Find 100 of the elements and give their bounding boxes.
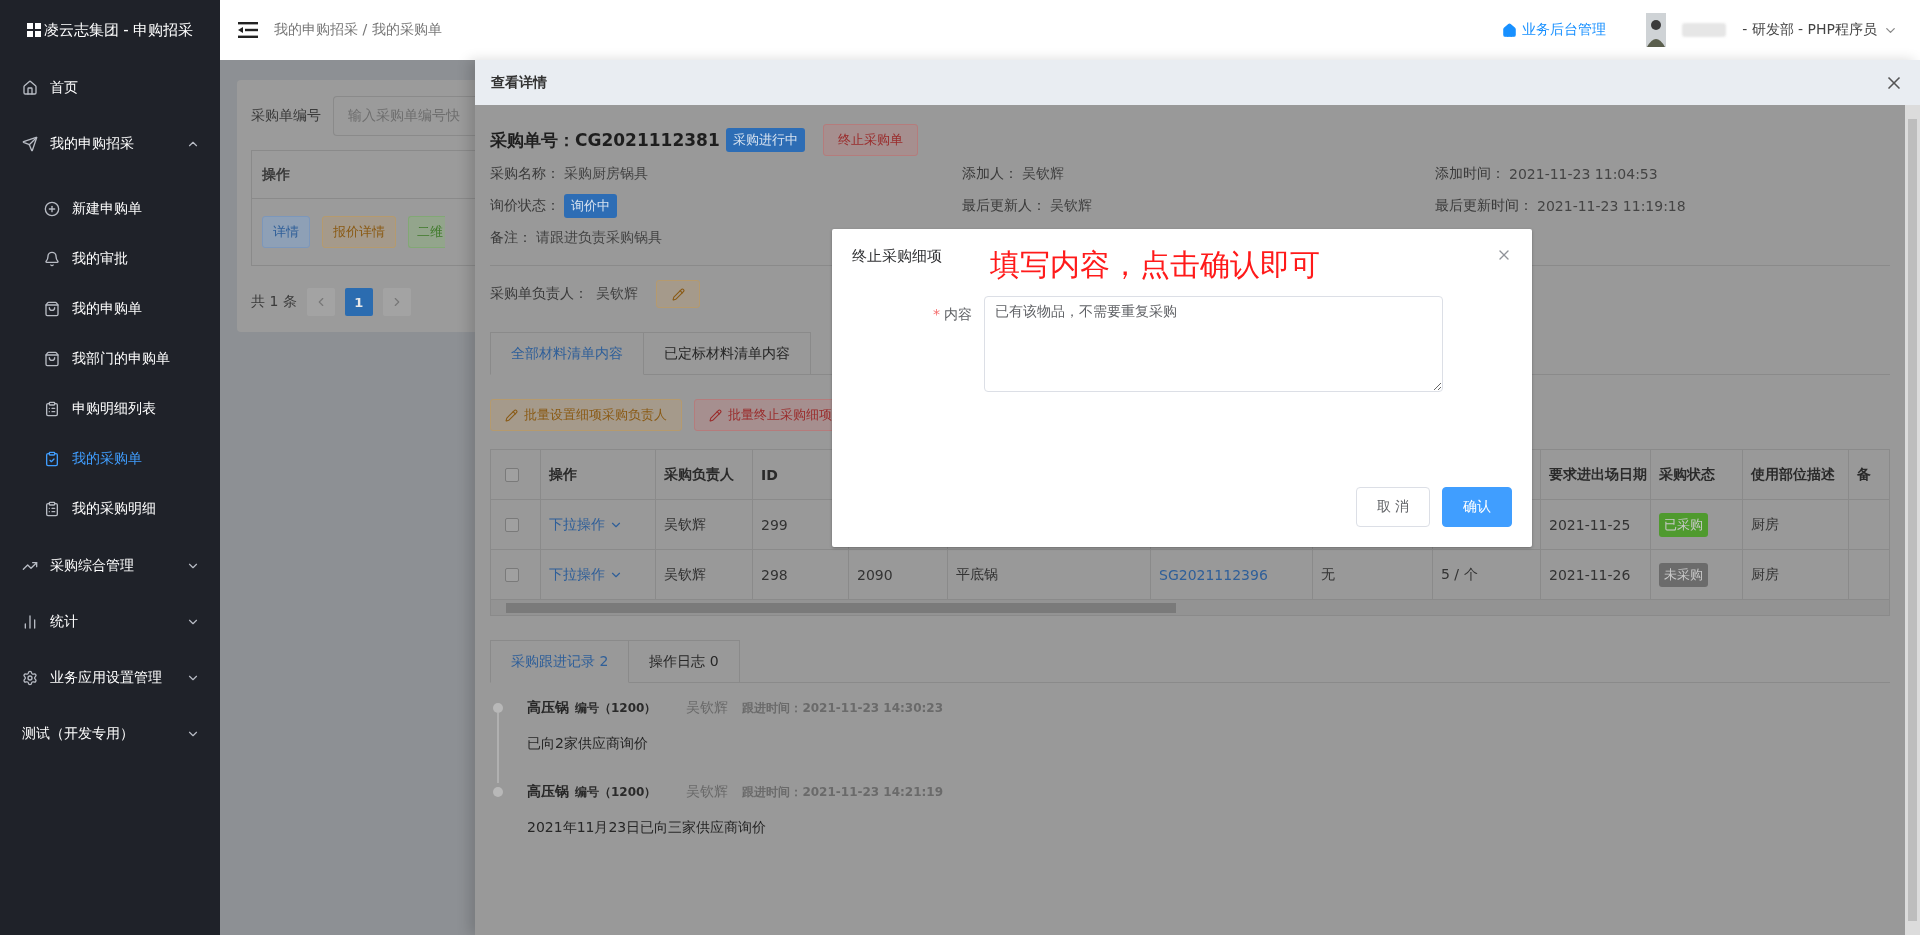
sidebar-item[interactable]: 首页: [0, 60, 220, 116]
prev-page-button[interactable]: [306, 288, 335, 316]
drawer-title: 查看详情: [491, 73, 547, 92]
field-label: 添加人：: [962, 165, 1018, 183]
menu-icon[interactable]: [238, 22, 258, 38]
table-cell: 厨房: [1751, 565, 1779, 584]
record-note: 已向2家供应商询价: [527, 735, 649, 753]
table-cell: 吴钦辉: [664, 565, 706, 584]
dialog-title: 终止采购细项: [852, 247, 942, 266]
table-cell: 吴钦辉: [664, 515, 706, 534]
tab[interactable]: 操作日志 0: [629, 640, 740, 683]
table-cell: 厨房: [1751, 515, 1779, 534]
table-cell: 2090: [857, 566, 893, 583]
sidebar-subitem[interactable]: 我部门的申购单: [0, 334, 220, 384]
sidebar-subitem[interactable]: 新建申购单: [0, 184, 220, 234]
content-field[interactable]: 已有该物品，不需要重复采购: [984, 296, 1443, 392]
item-name: 高压锅: [527, 783, 569, 801]
column-header: 备: [1857, 465, 1871, 484]
field-value: 吴钦辉: [596, 285, 638, 303]
page-button[interactable]: 1: [344, 288, 373, 316]
item-name: 高压锅: [527, 699, 569, 717]
timeline-dot: [493, 787, 503, 797]
sidebar-item[interactable]: 业务应用设置管理: [0, 650, 220, 706]
app-title: 凌云志集团 - 申购招采: [43, 20, 194, 40]
table-cell: 299: [761, 516, 788, 533]
record-note: 2021年11月23日已向三家供应商询价: [527, 819, 768, 837]
filter-label: 采购单编号: [251, 107, 321, 125]
field-label: 添加时间：: [1435, 165, 1505, 183]
sidebar-item[interactable]: 测试（开发专用）: [0, 706, 220, 762]
table-cell: 无: [1321, 565, 1335, 584]
blurred-name: [1682, 23, 1727, 37]
annotation-text: 填写内容，点击确认即可: [990, 246, 1321, 284]
nav-icon: [44, 201, 60, 217]
sidebar-item[interactable]: 采购综合管理: [0, 538, 220, 594]
admin-link[interactable]: 业务后台管理: [1502, 21, 1607, 39]
item-code: 编号（1200）: [575, 700, 657, 717]
order-number: 采购单号：CG2021112381: [490, 128, 720, 152]
item-code: 编号（1200）: [575, 784, 657, 801]
nav-icon: [44, 351, 60, 367]
field-value: 吴钦辉: [1050, 197, 1092, 215]
nav-icon: [22, 614, 38, 630]
sidebar-subitem[interactable]: 我的审批: [0, 234, 220, 284]
horizontal-scrollbar[interactable]: [491, 600, 1889, 615]
table-cell: 298: [761, 566, 788, 583]
pencil-icon: [709, 408, 722, 422]
vertical-scrollbar[interactable]: [1905, 105, 1920, 935]
field-label: 采购名称：: [490, 165, 560, 183]
nav-icon: [22, 136, 38, 152]
nav-icon: [44, 251, 60, 267]
cancel-button[interactable]: 取 消: [1355, 487, 1430, 527]
field-label: 备注：: [490, 229, 532, 247]
pencil-icon: [505, 408, 518, 422]
checkbox[interactable]: [505, 517, 519, 532]
column-header: 采购状态: [1659, 465, 1715, 484]
avatar[interactable]: [1646, 13, 1667, 47]
next-page-button[interactable]: [382, 288, 411, 316]
nav-icon: [44, 401, 60, 417]
field-label: 最后更新人：: [962, 197, 1046, 215]
column-header: ID: [761, 466, 778, 483]
logo-icon: [26, 23, 41, 37]
field-label: 采购单负责人：: [490, 285, 588, 303]
nav-icon: [44, 501, 60, 517]
column-header: 使用部位描述: [1751, 465, 1835, 484]
sidebar-subitem[interactable]: 我的采购明细: [0, 484, 220, 534]
field-value: 2021-11-23 11:19:18: [1537, 198, 1686, 214]
total-count: 共 1 条: [251, 293, 297, 311]
sidebar-item[interactable]: 我的申购招采: [0, 116, 220, 172]
field-value: 吴钦辉: [1022, 165, 1064, 183]
status-tag: 采购进行中: [725, 128, 805, 152]
status-tag: 已采购: [1659, 512, 1708, 537]
field-label: 最后更新时间：: [1435, 197, 1533, 215]
sidebar-subitem[interactable]: 我的采购单: [0, 434, 220, 484]
field-value: 采购厨房锅具: [564, 165, 648, 183]
table-cell: 2021-11-26: [1549, 566, 1631, 583]
status-tag: 未采购: [1659, 562, 1708, 587]
sidebar-subitem[interactable]: 我的申购单: [0, 284, 220, 334]
tab[interactable]: 已定标材料清单内容: [644, 332, 811, 375]
field-value: 请跟进负责采购锅具: [536, 229, 662, 247]
home-icon: [1502, 22, 1518, 38]
table-cell: 平底锅: [956, 565, 998, 584]
checkbox[interactable]: [505, 467, 519, 482]
column-header: 操作: [549, 465, 577, 484]
nav-icon: [44, 451, 60, 467]
sidebar-subitem[interactable]: 申购明细列表: [0, 384, 220, 434]
field-label: 内容: [944, 306, 972, 324]
edit-button[interactable]: [656, 280, 700, 308]
nav-icon: [44, 301, 60, 317]
nav-icon: [22, 80, 38, 96]
user-menu[interactable]: - 研发部 - PHP程序员: [1742, 21, 1898, 39]
nav-icon: [22, 670, 38, 686]
column-header: 操作: [262, 165, 290, 184]
inquiry-tag: 询价中: [564, 194, 617, 218]
checkbox[interactable]: [505, 567, 519, 582]
field-value: 2021-11-23 11:04:53: [1509, 166, 1658, 182]
breadcrumb: 我的申购招采 / 我的采购单: [274, 21, 443, 39]
sidebar-item[interactable]: 统计: [0, 594, 220, 650]
field-label: 询价状态：: [490, 197, 560, 215]
column-header: 要求进出场日期: [1549, 465, 1647, 484]
column-header: 采购负责人: [664, 465, 734, 484]
table-cell: 2021-11-25: [1549, 516, 1631, 533]
